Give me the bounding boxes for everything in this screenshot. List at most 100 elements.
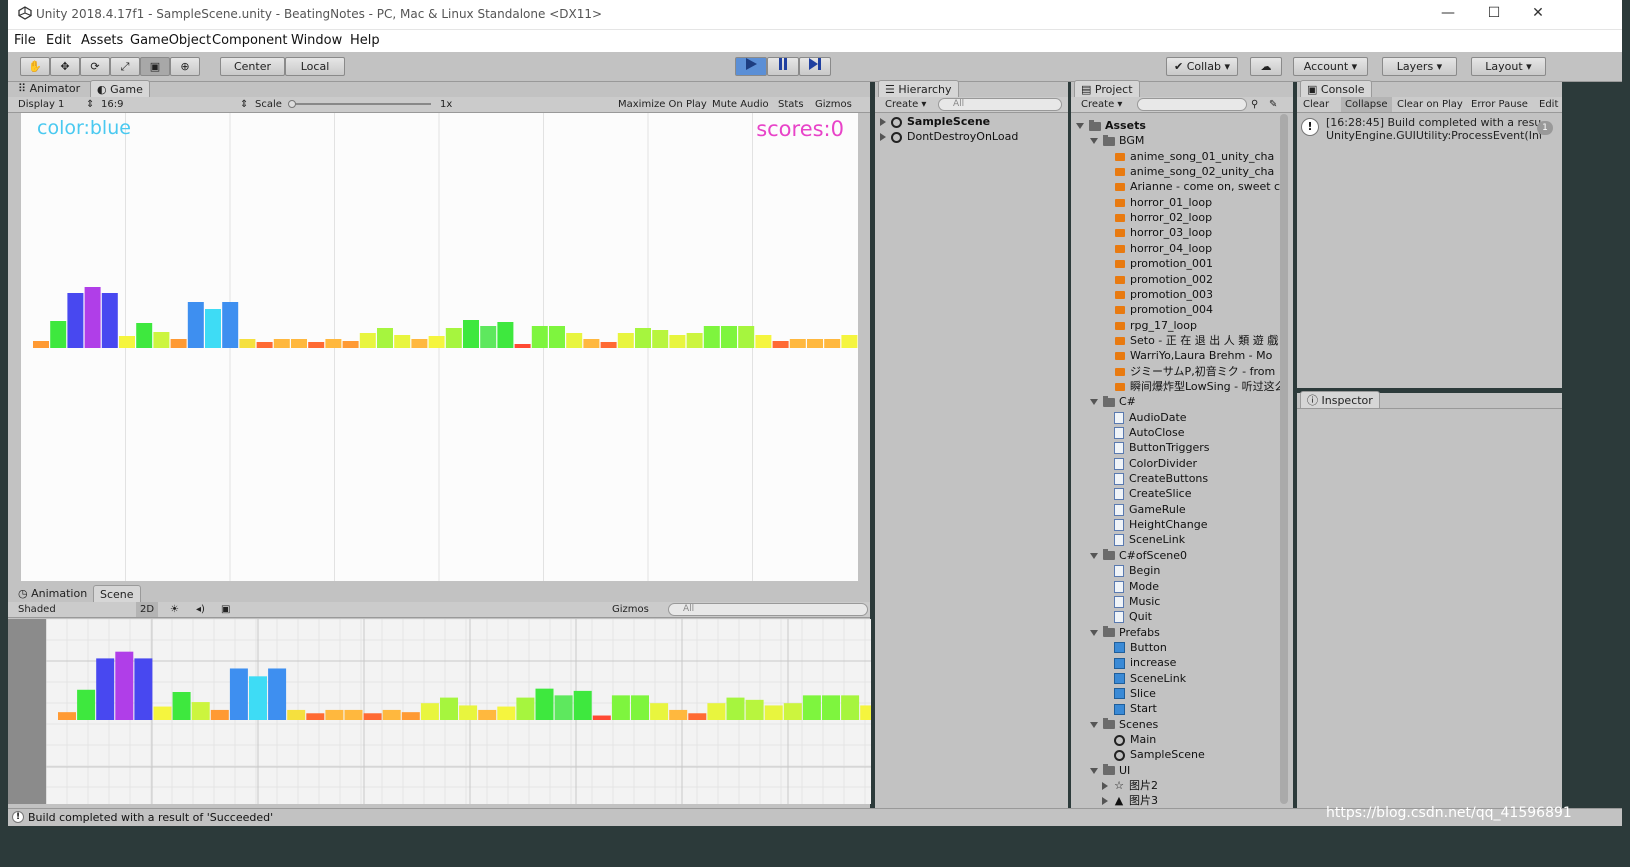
scale-slider[interactable]	[291, 103, 431, 105]
menu-window[interactable]: Window	[291, 33, 342, 48]
project-asset-item[interactable]: horror_02_loop	[1114, 210, 1212, 226]
tab-console[interactable]: ▣ Console	[1300, 80, 1372, 98]
project-create-button[interactable]: Create ▾	[1081, 97, 1122, 112]
project-asset-item[interactable]: Seto - 正 在 退 出 人 類 遊 戲	[1114, 333, 1278, 349]
menu-file[interactable]: File	[14, 33, 36, 48]
expand-arrow-icon[interactable]	[1090, 138, 1098, 145]
scene-view[interactable]	[46, 619, 871, 804]
hierarchy-item-dontdestroyonload[interactable]: DontDestroyOnLoad	[880, 129, 1065, 145]
tab-project[interactable]: ▤ Project	[1074, 80, 1140, 98]
play-button[interactable]	[735, 57, 767, 76]
tab-animation[interactable]: ◷ Animation	[12, 585, 93, 603]
expand-arrow-icon[interactable]	[1076, 123, 1084, 129]
project-asset-item[interactable]: Quit	[1114, 609, 1152, 625]
menu-gameobject[interactable]: GameObject	[130, 33, 211, 48]
project-asset-item[interactable]: ☆ 图片2	[1102, 778, 1158, 794]
scene-search-input[interactable]: All	[668, 603, 868, 616]
project-asset-item[interactable]: AudioDate	[1114, 410, 1187, 426]
project-asset-item[interactable]: rpg_17_loop	[1114, 318, 1197, 334]
project-asset-item[interactable]: HeightChange	[1114, 517, 1207, 533]
expand-arrow-icon[interactable]	[1090, 552, 1098, 559]
close-button[interactable]: ✕	[1523, 5, 1553, 21]
expand-arrow-icon[interactable]	[880, 118, 886, 126]
project-asset-item[interactable]: Music	[1114, 594, 1160, 610]
hierarchy-create-button[interactable]: Create ▾	[885, 97, 926, 112]
scene-gizmos-toggle[interactable]: Gizmos	[612, 602, 649, 617]
project-asset-item[interactable]: promotion_004	[1114, 302, 1213, 318]
maximize-on-play-toggle[interactable]: Maximize On Play	[618, 97, 707, 112]
project-asset-item[interactable]: SampleScene	[1114, 747, 1205, 763]
hierarchy-search-input[interactable]: All	[938, 98, 1062, 111]
gizmos-toggle[interactable]: Gizmos	[815, 97, 852, 112]
expand-arrow-icon[interactable]	[880, 133, 886, 141]
project-asset-item[interactable]: increase	[1114, 655, 1176, 671]
console-collapse-button[interactable]: Collapse	[1341, 97, 1392, 112]
transform-tool-icon[interactable]: ⊕	[170, 57, 200, 76]
collab-dropdown[interactable]: ✔ Collab ▾	[1166, 57, 1238, 76]
project-asset-item[interactable]: Start	[1114, 701, 1157, 717]
project-folder-ui[interactable]: UI	[1090, 763, 1130, 779]
game-view[interactable]: color:blue scores:0	[21, 113, 858, 581]
project-asset-item[interactable]: ColorDivider	[1114, 456, 1197, 472]
project-asset-item[interactable]: promotion_001	[1114, 256, 1213, 272]
expand-arrow-icon[interactable]	[1090, 721, 1098, 728]
project-folder-assets[interactable]: Assets	[1076, 118, 1146, 134]
project-folder-prefabs[interactable]: Prefabs	[1090, 625, 1160, 641]
project-asset-item[interactable]: promotion_003	[1114, 287, 1213, 303]
layout-dropdown[interactable]: Layout ▾	[1471, 57, 1546, 76]
project-asset-item[interactable]: AutoClose	[1114, 425, 1185, 441]
rect-tool-icon[interactable]: ▣	[140, 57, 170, 76]
tab-scene[interactable]: Scene	[93, 585, 141, 603]
project-asset-item[interactable]: WarriYo,Laura Brehm - Mo	[1114, 348, 1272, 364]
project-asset-item[interactable]: 瞬间爆炸型LowSing - 听过这么	[1114, 379, 1280, 395]
project-asset-item[interactable]: anime_song_02_unity_cha	[1114, 164, 1274, 180]
stats-toggle[interactable]: Stats	[778, 97, 804, 112]
project-asset-item[interactable]: ButtonTriggers	[1114, 440, 1210, 456]
expand-arrow-icon[interactable]	[1102, 797, 1108, 806]
console-clear-on-play-button[interactable]: Clear on Play	[1397, 97, 1463, 112]
move-tool-icon[interactable]: ✥	[50, 57, 80, 76]
menu-help[interactable]: Help	[350, 33, 380, 48]
tab-animator[interactable]: ⠿ Animator	[12, 80, 86, 98]
console-log-entry[interactable]: ! [16:28:45] Build completed with a resu…	[1297, 114, 1562, 144]
tab-hierarchy[interactable]: ☰ Hierarchy	[878, 80, 959, 98]
project-asset-item[interactable]: CreateSlice	[1114, 486, 1191, 502]
project-asset-item[interactable]: GameRule	[1114, 502, 1186, 518]
tab-inspector[interactable]: ⓘ Inspector	[1300, 391, 1380, 409]
expand-arrow-icon[interactable]	[1090, 767, 1098, 774]
project-asset-item[interactable]: Begin	[1114, 563, 1160, 579]
project-asset-item[interactable]: SceneLink	[1114, 532, 1185, 548]
pivot-local-button[interactable]: Local	[285, 57, 345, 76]
console-editor-button[interactable]: Edit	[1539, 97, 1558, 112]
hierarchy-item-samplescene[interactable]: SampleScene	[880, 114, 1065, 130]
minimize-button[interactable]: —	[1433, 5, 1463, 21]
project-asset-item[interactable]: Slice	[1114, 686, 1156, 702]
2d-toggle[interactable]: 2D	[136, 602, 159, 617]
expand-arrow-icon[interactable]	[1102, 782, 1108, 791]
cloud-icon[interactable]: ☁	[1250, 57, 1282, 76]
shading-select[interactable]: Shaded	[18, 602, 56, 617]
project-asset-item[interactable]: Mode	[1114, 579, 1159, 595]
project-search-input[interactable]	[1137, 98, 1247, 111]
expand-arrow-icon[interactable]	[1090, 399, 1098, 406]
step-button[interactable]	[799, 57, 831, 76]
project-asset-item[interactable]: Button	[1114, 640, 1167, 656]
project-asset-item[interactable]: CreateButtons	[1114, 471, 1208, 487]
rotate-tool-icon[interactable]: ⟳	[80, 57, 110, 76]
menu-component[interactable]: Component	[212, 33, 287, 48]
project-asset-item[interactable]: SceneLink	[1114, 671, 1186, 687]
pivot-center-button[interactable]: Center	[220, 57, 285, 76]
aspect-select[interactable]: 16:9	[101, 97, 123, 112]
project-folder-bgm[interactable]: BGM	[1090, 133, 1144, 149]
scale-tool-icon[interactable]: ⤢	[110, 57, 140, 76]
project-asset-item[interactable]: ジミーサムP,初音ミク - from	[1114, 364, 1275, 380]
lighting-icon[interactable]: ☀	[170, 602, 179, 617]
filter-label-icon[interactable]: ✎	[1269, 97, 1277, 112]
mute-audio-toggle[interactable]: Mute Audio	[712, 97, 769, 112]
account-dropdown[interactable]: Account ▾	[1293, 57, 1368, 76]
expand-arrow-icon[interactable]	[1090, 629, 1098, 636]
project-asset-item[interactable]: ▲ 图片3	[1102, 793, 1158, 808]
scale-slider-handle[interactable]	[288, 100, 296, 108]
project-asset-item[interactable]: horror_04_loop	[1114, 241, 1212, 257]
project-asset-item[interactable]: horror_01_loop	[1114, 195, 1212, 211]
